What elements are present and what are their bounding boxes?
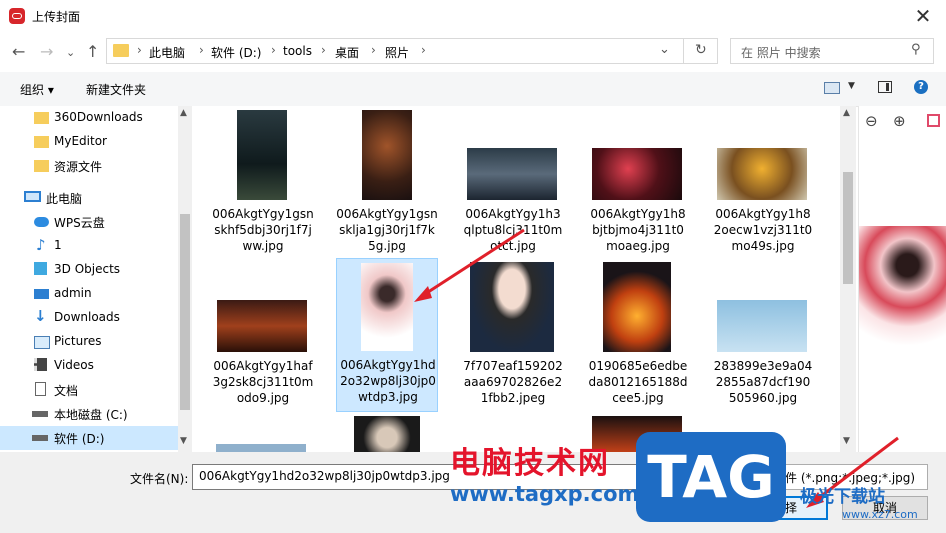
arrow-line — [421, 228, 525, 298]
watermark-url: www.tagxp.com — [450, 482, 640, 506]
watermark-site-name: 极光下载站 — [800, 487, 885, 507]
arrow-head — [414, 286, 432, 302]
watermark-tag-logo: TAG — [636, 432, 786, 522]
watermark-site-url: www.xz7.com — [842, 508, 918, 521]
watermark-title: 电脑技术网 — [450, 446, 610, 481]
